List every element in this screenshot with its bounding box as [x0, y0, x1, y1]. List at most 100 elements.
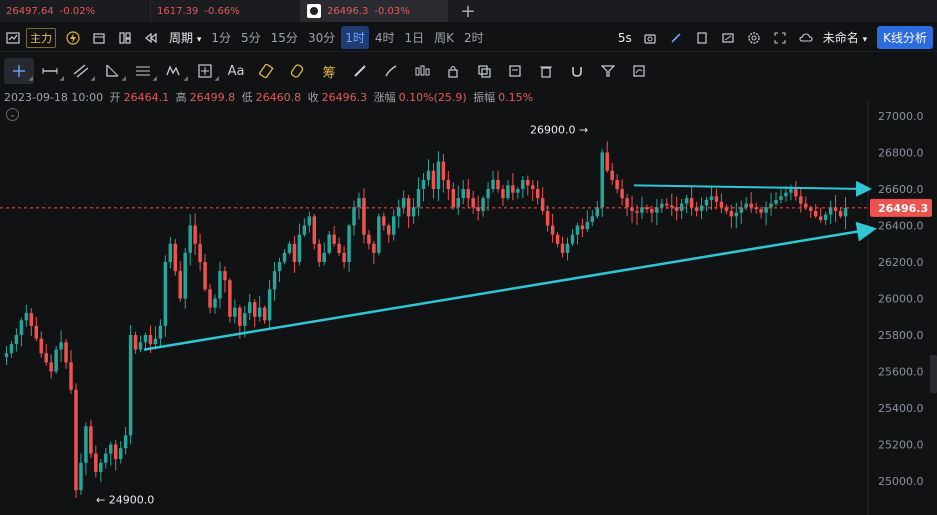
candle-body — [610, 170, 614, 180]
interval-1w[interactable]: 周K — [430, 26, 458, 49]
horizontal-line-tool-icon[interactable]: ◢ — [35, 58, 65, 84]
copy-icon[interactable] — [469, 58, 499, 84]
candle-tool-icon[interactable] — [407, 58, 437, 84]
period-label: 周期 — [169, 31, 194, 45]
layout-icon[interactable] — [114, 27, 136, 49]
lock-icon[interactable] — [438, 58, 468, 84]
interval-4h[interactable]: 4时 — [371, 26, 399, 49]
camera-icon[interactable] — [639, 27, 661, 49]
candle-body — [148, 335, 153, 345]
candle-body — [317, 243, 321, 262]
candle-body — [109, 444, 113, 454]
text-tool-icon[interactable]: Aa — [221, 58, 251, 84]
interval-1m[interactable]: 1分 — [207, 26, 235, 49]
candle-body — [277, 262, 282, 272]
layout-name-dropdown[interactable]: 未命名 ▾ — [823, 29, 867, 46]
ruler-tool-icon[interactable] — [252, 58, 282, 84]
candle-body — [620, 189, 624, 199]
candle-body — [337, 243, 341, 253]
interval-30m[interactable]: 30分 — [304, 26, 339, 49]
refresh-icon[interactable] — [624, 58, 654, 84]
chart-type-icon[interactable] — [2, 27, 24, 49]
drawing-toolbar: ◢ ◢ ◢ ◢ ◢ ◢ ◢ Aa 筹 — [0, 56, 937, 86]
period-dropdown[interactable]: 周期 ▾ — [165, 26, 205, 49]
magnet-icon[interactable] — [562, 58, 592, 84]
parallel-channel-tool-icon[interactable]: ◢ — [66, 58, 96, 84]
candlestick-chart[interactable]: 27000.0 26800.0 26600.0 26400.0 26200.0 26000… — [0, 100, 937, 515]
candle-body — [178, 271, 182, 299]
eraser-tool-icon[interactable] — [283, 58, 313, 84]
interval-1h[interactable]: 1时 — [341, 26, 369, 49]
cloud-icon[interactable] — [795, 27, 817, 49]
candle-body — [813, 210, 818, 217]
calendar-icon[interactable] — [88, 27, 110, 49]
price-scroll-handle[interactable] — [930, 355, 937, 393]
rewind-icon[interactable] — [140, 27, 162, 49]
market-tab-1[interactable]: 26497.64 -0.02% — [0, 0, 150, 22]
refresh-rate-button[interactable]: 5s — [614, 28, 636, 48]
market-tab-3[interactable]: 26496.3 -0.03% — [300, 0, 448, 22]
measure-tool-icon[interactable]: ◢ — [190, 58, 220, 84]
crosshair-tool-icon[interactable]: ◢ — [4, 58, 34, 84]
trash-icon[interactable] — [531, 58, 561, 84]
candle-body — [188, 225, 192, 253]
candle-body — [292, 243, 297, 262]
candle-body — [218, 271, 222, 299]
main-indicator-button[interactable]: 主力 — [26, 27, 56, 48]
gear-icon[interactable] — [743, 27, 765, 49]
candle-body — [769, 203, 773, 208]
candle-body — [113, 444, 118, 460]
interval-1d[interactable]: 1日 — [401, 26, 429, 49]
candle-body — [248, 302, 252, 314]
kline-analysis-button[interactable]: K线分析 — [877, 26, 933, 49]
market-tab-2[interactable]: 1617.39 -0.66% — [150, 0, 300, 22]
chip-tool-icon[interactable]: 筹 — [314, 58, 344, 84]
candle-body — [670, 205, 674, 208]
y-tick-label: 25600.0 — [878, 366, 924, 379]
pen-tool-icon[interactable] — [345, 58, 375, 84]
candle-body — [377, 216, 381, 253]
candle-body — [615, 179, 619, 189]
candle-body — [14, 335, 19, 345]
market-tab-price: 26497.64 — [6, 5, 54, 17]
candle-body — [287, 243, 292, 253]
template-icon[interactable] — [500, 58, 530, 84]
candle-body — [74, 389, 78, 491]
candle-body — [396, 207, 401, 217]
candle-body — [143, 335, 148, 343]
candle-body — [511, 185, 515, 193]
candle-body — [555, 234, 560, 244]
add-tab-button[interactable]: + — [448, 0, 488, 22]
candle-body — [789, 189, 793, 193]
note-icon[interactable] — [691, 27, 713, 49]
chart-settings-icon[interactable] — [717, 27, 739, 49]
interval-2h[interactable]: 2时 — [460, 26, 488, 49]
resistance-trendline — [633, 180, 872, 197]
candle-body — [759, 209, 763, 213]
candle-body — [704, 199, 709, 206]
pencil-icon[interactable] — [665, 27, 687, 49]
fib-tool-icon[interactable]: ◢ — [128, 58, 158, 84]
filter-icon[interactable] — [593, 58, 623, 84]
candle-body — [650, 209, 654, 213]
candle-body — [64, 342, 68, 363]
candle-body — [580, 225, 585, 230]
candle-body — [794, 189, 798, 197]
lightning-icon[interactable] — [62, 27, 84, 49]
triangle-tool-icon[interactable]: ◢ — [97, 58, 127, 84]
interval-5m[interactable]: 5分 — [237, 26, 265, 49]
candle-body — [198, 243, 202, 262]
candle-body — [545, 210, 550, 226]
candle-body — [570, 234, 575, 244]
candle-body — [357, 198, 361, 208]
wave-tool-icon[interactable]: ◢ — [159, 58, 189, 84]
brush-tool-icon[interactable] — [376, 58, 406, 84]
candle-body — [774, 199, 778, 204]
market-tab-change: -0.03% — [374, 5, 410, 17]
interval-15m[interactable]: 15分 — [267, 26, 302, 49]
candle-body — [173, 243, 178, 272]
candle-body — [19, 320, 24, 335]
candle-body — [327, 234, 331, 253]
collapse-icon[interactable]: ⌄ — [6, 108, 19, 121]
fullscreen-icon[interactable] — [769, 27, 791, 49]
